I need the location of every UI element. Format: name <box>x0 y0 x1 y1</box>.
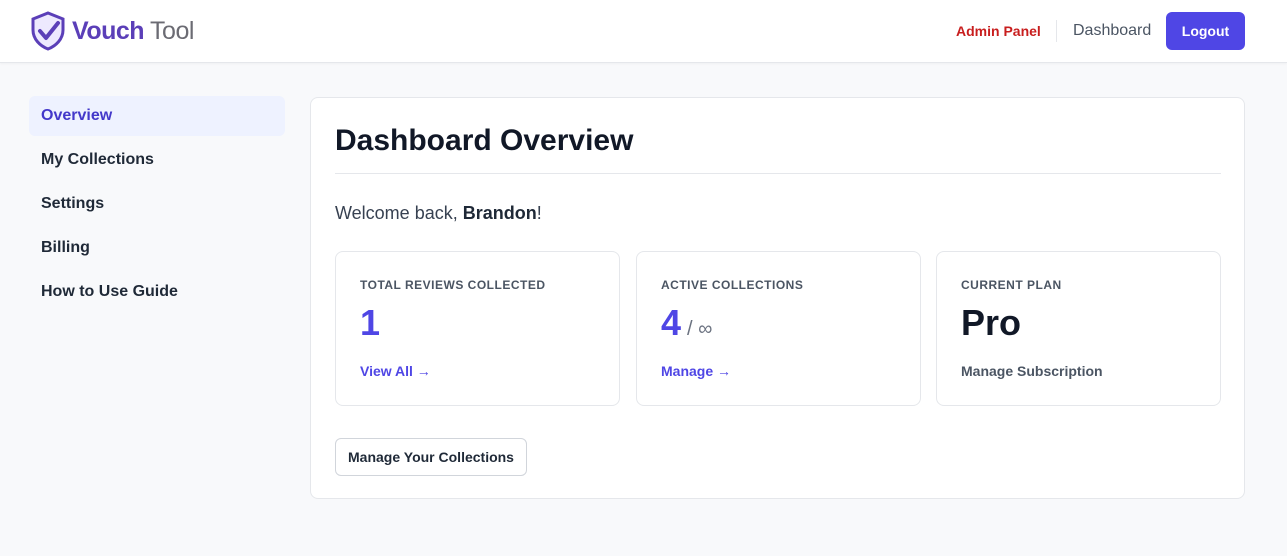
dashboard-card: Dashboard Overview Welcome back, Brandon… <box>310 97 1245 499</box>
stat-value: 1 <box>360 302 381 343</box>
stat-value: Pro <box>961 302 1022 343</box>
user-name: Brandon <box>462 203 537 223</box>
nav-divider <box>1056 20 1057 42</box>
stat-card-active-collections: Active Collections 4/ ∞ Manage → <box>636 251 921 406</box>
logout-button[interactable]: Logout <box>1166 12 1245 50</box>
sidebar-item-settings[interactable]: Settings <box>29 184 285 224</box>
brand-logo[interactable]: Vouch Tool <box>28 11 194 51</box>
stat-label: Current Plan <box>961 278 1062 292</box>
view-all-link[interactable]: View All → <box>360 363 431 379</box>
sidebar: Overview My Collections Settings Billing… <box>29 96 285 316</box>
sidebar-item-how-to-use-guide[interactable]: How to Use Guide <box>29 272 285 312</box>
welcome-suffix: ! <box>536 203 542 223</box>
manage-your-collections-button[interactable]: Manage Your Collections <box>335 438 527 476</box>
brand-name-part2: Tool <box>150 16 194 45</box>
welcome-prefix: Welcome back, <box>335 203 463 223</box>
stat-label: Active Collections <box>661 278 804 292</box>
sidebar-item-billing[interactable]: Billing <box>29 228 285 268</box>
stat-number: 4 <box>661 302 682 343</box>
stat-card-total-reviews: Total Reviews Collected 1 View All → <box>335 251 620 406</box>
stat-value: 4/ ∞ <box>661 302 712 344</box>
stat-limit: / ∞ <box>687 318 713 340</box>
admin-panel-link[interactable]: Admin Panel <box>956 23 1041 39</box>
title-divider <box>335 173 1221 174</box>
sidebar-item-overview[interactable]: Overview <box>29 96 285 136</box>
stat-card-current-plan: Current Plan Pro Manage Subscription <box>936 251 1221 406</box>
manage-subscription-link[interactable]: Manage Subscription <box>961 363 1103 379</box>
manage-collections-link[interactable]: Manage → <box>661 363 731 379</box>
page-title: Dashboard Overview <box>335 124 634 157</box>
dashboard-link[interactable]: Dashboard <box>1073 22 1151 40</box>
stat-label: Total Reviews Collected <box>360 278 546 292</box>
brand-name: Vouch Tool <box>72 17 194 46</box>
shield-check-icon <box>31 11 65 51</box>
sidebar-item-my-collections[interactable]: My Collections <box>29 140 285 180</box>
top-navbar: Vouch Tool Admin Panel Dashboard Logout <box>0 0 1287 63</box>
welcome-message: Welcome back, Brandon! <box>335 203 542 224</box>
brand-name-part1: Vouch <box>72 16 145 45</box>
